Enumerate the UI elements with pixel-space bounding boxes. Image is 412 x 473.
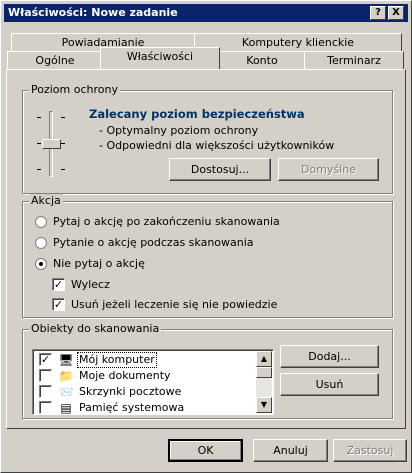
slider-tick: [61, 169, 65, 170]
item-checkbox[interactable]: ✓: [39, 353, 52, 366]
tab-page-wlasciwosci: Poziom ochrony Zalecany poziom bezpiecze…: [6, 69, 406, 429]
checkbox-disinfect[interactable]: ✓: [52, 278, 65, 291]
memory-icon: ▤: [60, 401, 72, 415]
radio-label[interactable]: Pytaj o akcję po zakończeniu skanowania: [53, 215, 280, 229]
folder-icon: 📁: [58, 369, 74, 383]
slider-tick: [37, 117, 41, 118]
slider-thumb[interactable]: [42, 139, 61, 149]
item-checkbox[interactable]: [39, 385, 52, 398]
radio-label[interactable]: Pytanie o akcję podczas skanowania: [53, 236, 254, 250]
radio-ask-after-scan[interactable]: [35, 216, 47, 228]
tab-label: Komputery klienckie: [241, 36, 355, 49]
radio-label[interactable]: Nie pytaj o akcję: [53, 257, 145, 271]
protection-level-group: Poziom ochrony Zalecany poziom bezpiecze…: [22, 83, 393, 194]
default-button[interactable]: Domyślne: [278, 158, 379, 181]
tab-label: Konto: [246, 54, 278, 67]
tab-terminarz[interactable]: Terminarz: [304, 51, 404, 69]
close-button[interactable]: X: [388, 6, 404, 20]
list-scrollbar[interactable]: ▲ ▼: [256, 351, 272, 413]
scan-objects-list[interactable]: ✓ 🖥 Mój komputer 📁 Moje dokumenty 📨 Skrz…: [32, 349, 274, 415]
checkbox-delete-if-fails[interactable]: ✓: [52, 298, 65, 311]
cancel-button[interactable]: Anuluj: [253, 439, 328, 462]
item-label: Skrzynki pocztowe: [79, 385, 182, 398]
item-checkbox[interactable]: [39, 401, 52, 414]
scroll-thumb[interactable]: [256, 367, 272, 378]
customize-button[interactable]: Dostosuj...: [169, 158, 271, 181]
scroll-up-button[interactable]: ▲: [256, 351, 272, 367]
security-level-bullet: - Odpowiedni dla większości użytkowników: [99, 139, 335, 152]
group-title: Poziom ochrony: [29, 83, 120, 97]
list-item[interactable]: ✓ 🖥 Mój komputer: [36, 352, 256, 368]
mailbox-icon: 📨: [58, 385, 74, 399]
properties-dialog: Właściwości: Nowe zadanie ? X Powiadamia…: [0, 0, 412, 473]
remove-button[interactable]: Usuń: [280, 373, 379, 396]
tab-label: Terminarz: [327, 54, 381, 67]
group-title: Obiekty do skanowania: [29, 322, 162, 336]
tab-wlasciwosci[interactable]: Właściwości: [100, 47, 220, 69]
security-level-title: Zalecany poziom bezpieczeństwa: [89, 107, 305, 121]
tab-label: Ogólne: [35, 54, 75, 67]
title-bar[interactable]: Właściwości: Nowe zadanie ? X: [4, 4, 408, 22]
slider-tick: [37, 143, 41, 144]
tab-komputery-klienckie[interactable]: Komputery klienckie: [194, 33, 402, 51]
scroll-down-button[interactable]: ▼: [256, 397, 272, 413]
scan-objects-group: Obiekty do skanowania ✓ 🖥 Mój komputer 📁…: [22, 322, 393, 419]
list-item[interactable]: ▤ Pamięć systemowa: [36, 400, 256, 415]
list-item[interactable]: 📁 Moje dokumenty: [36, 368, 256, 384]
item-label: Moje dokumenty: [79, 369, 171, 382]
add-button[interactable]: Dodaj...: [280, 345, 379, 368]
security-level-bullet: - Optymalny poziom ochrony: [99, 124, 259, 137]
item-label: Pamięć systemowa: [79, 401, 185, 414]
tab-label: Właściwości: [126, 50, 194, 63]
computer-icon: 🖥: [58, 353, 74, 367]
item-label: Mój komputer: [77, 352, 157, 368]
slider-tick: [61, 117, 65, 118]
window-title: Właściwości: Nowe zadanie: [8, 6, 178, 19]
item-checkbox[interactable]: [39, 369, 52, 382]
checkbox-label[interactable]: Wylecz: [71, 278, 110, 292]
help-button[interactable]: ?: [370, 6, 386, 20]
tab-konto[interactable]: Konto: [219, 51, 305, 69]
apply-button[interactable]: Zastosuj: [333, 439, 407, 462]
slider-tick: [61, 143, 65, 144]
checkbox-label[interactable]: Usuń jeżeli leczenie się nie powiedzie: [71, 298, 277, 312]
security-level-slider[interactable]: [33, 101, 69, 187]
group-title: Akcja: [29, 194, 63, 208]
list-item[interactable]: 📨 Skrzynki pocztowe: [36, 384, 256, 400]
tab-ogolne[interactable]: Ogólne: [7, 51, 103, 69]
action-group: Akcja Pytaj o akcję po zakończeniu skano…: [22, 194, 393, 318]
radio-do-not-ask[interactable]: [35, 258, 47, 270]
radio-ask-during-scan[interactable]: [35, 237, 47, 249]
ok-button[interactable]: OK: [168, 439, 243, 462]
slider-tick: [37, 169, 41, 170]
